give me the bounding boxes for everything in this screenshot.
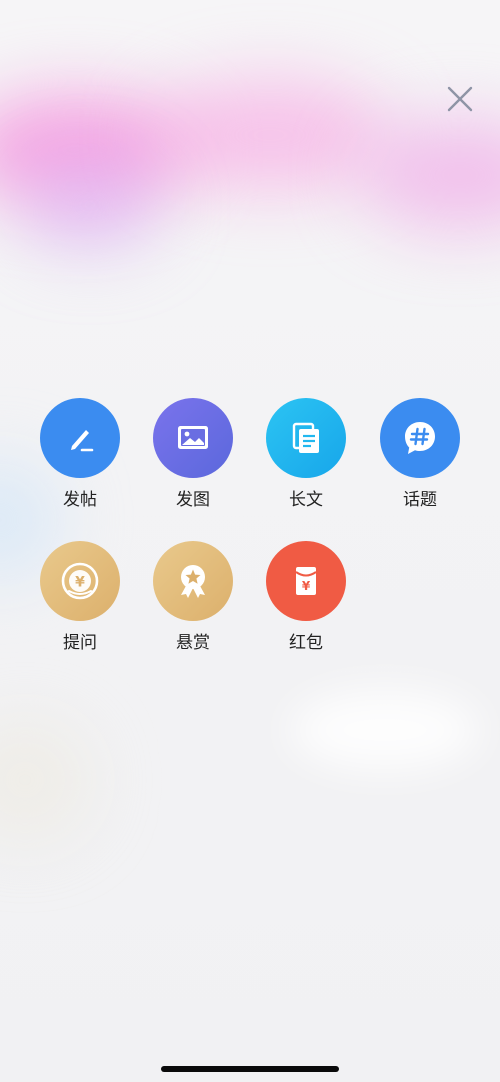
svg-text:¥: ¥ <box>302 579 311 593</box>
close-button[interactable] <box>444 83 476 115</box>
topic-label: 话题 <box>403 490 437 510</box>
background-blur <box>290 690 480 770</box>
svg-text:¥: ¥ <box>75 575 85 591</box>
topic-circle <box>380 398 460 478</box>
pen-icon <box>71 430 94 452</box>
long-article-button[interactable]: 长文 <box>258 398 354 511</box>
background-blur <box>20 160 160 250</box>
document-icon <box>292 422 319 453</box>
post-label: 发帖 <box>63 490 97 510</box>
red-envelope-circle: ¥ <box>266 541 346 621</box>
red-envelope-icon: ¥ <box>295 567 317 595</box>
bounty-label: 悬赏 <box>176 633 210 653</box>
long-article-label: 长文 <box>289 490 323 510</box>
background-blur <box>150 80 390 190</box>
bounty-button[interactable]: 悬赏 <box>145 541 241 654</box>
coin-yen-icon: ¥ <box>61 562 99 600</box>
question-button[interactable]: ¥ 提问 <box>32 541 128 654</box>
background-blur <box>0 720 90 840</box>
close-icon <box>447 86 473 112</box>
question-circle: ¥ <box>40 541 120 621</box>
long-article-circle <box>266 398 346 478</box>
hashtag-icon <box>405 422 435 454</box>
home-indicator[interactable] <box>161 1066 339 1072</box>
image-label: 发图 <box>176 490 210 510</box>
image-circle <box>153 398 233 478</box>
award-medal-icon <box>181 565 205 598</box>
post-button[interactable]: 发帖 <box>32 398 128 511</box>
topic-button[interactable]: 话题 <box>372 398 468 511</box>
red-envelope-button[interactable]: ¥ 红包 <box>258 541 354 654</box>
post-circle <box>40 398 120 478</box>
image-post-button[interactable]: 发图 <box>145 398 241 511</box>
bounty-circle <box>153 541 233 621</box>
image-icon <box>178 426 208 449</box>
question-label: 提问 <box>63 633 97 653</box>
red-envelope-label: 红包 <box>289 633 323 653</box>
